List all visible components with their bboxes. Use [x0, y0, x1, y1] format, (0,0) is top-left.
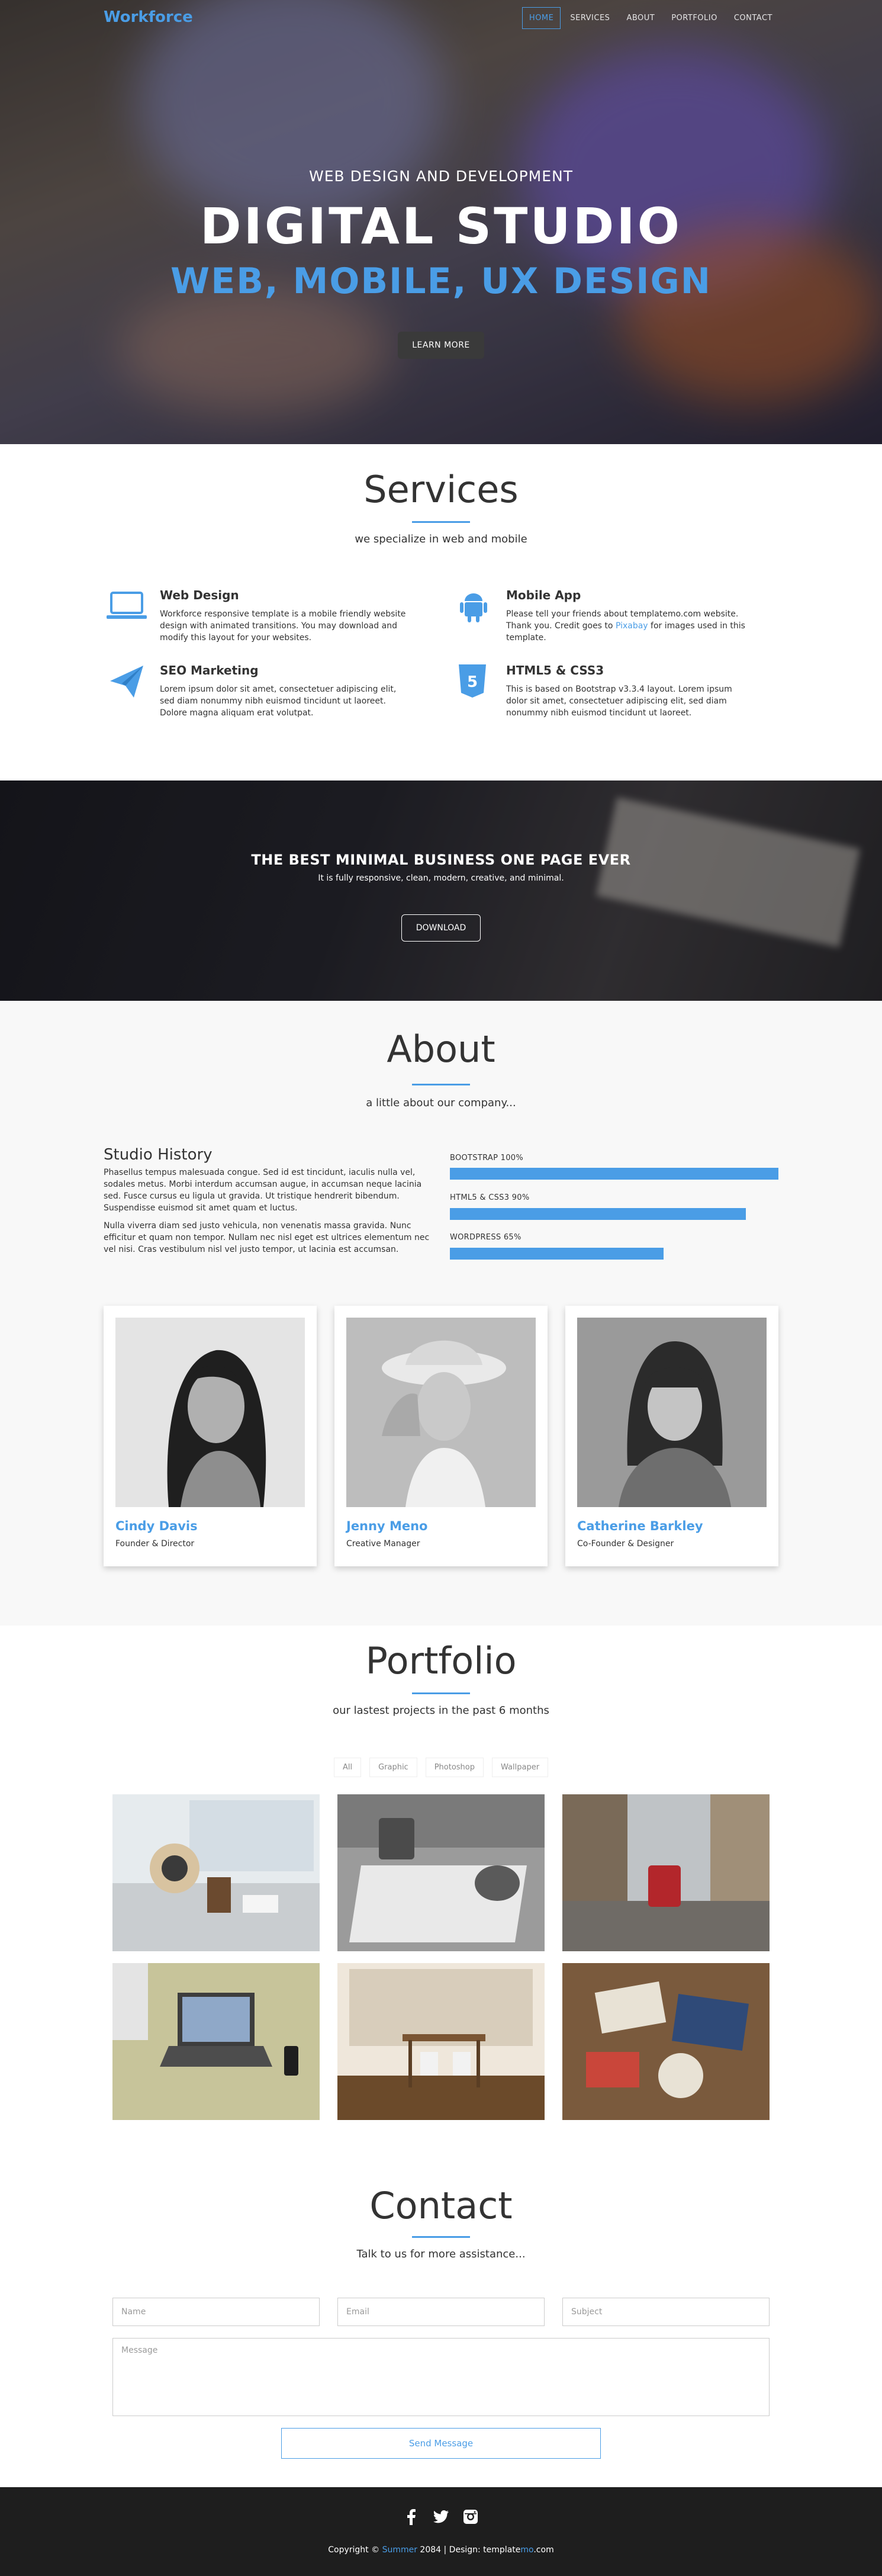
skill-bar	[450, 1208, 778, 1220]
email-field[interactable]	[337, 2298, 545, 2326]
team-member-name[interactable]: Catherine Barkley	[577, 1519, 703, 1533]
facebook-icon[interactable]	[403, 2508, 420, 2525]
brand-logo[interactable]: Workforce	[104, 8, 193, 26]
name-field[interactable]	[112, 2298, 320, 2326]
copyright-text: 2084 | Design: template	[417, 2545, 521, 2555]
skill-bar-fill	[450, 1208, 746, 1220]
copyright-text: .com	[533, 2545, 554, 2555]
service-text: Lorem ipsum dolor sit amet, consectetuer…	[160, 685, 397, 718]
nav-menu: HOME SERVICES ABOUT PORTFOLIO CONTACT	[522, 7, 780, 29]
portfolio-filters: All Graphic Photoshop Wallpaper	[0, 1758, 882, 1777]
services-title: Services	[363, 468, 519, 511]
about-divider	[412, 1084, 470, 1085]
nav-item-portfolio[interactable]: PORTFOLIO	[664, 7, 725, 29]
promo-banner: THE BEST MINIMAL BUSINESS ONE PAGE EVER …	[0, 780, 882, 1001]
message-field[interactable]	[112, 2338, 770, 2416]
html5-icon: 5	[453, 663, 494, 699]
skill-bar	[450, 1168, 778, 1180]
team-photo	[115, 1318, 305, 1507]
navbar: Workforce HOME SERVICES ABOUT PORTFOLIO …	[0, 0, 882, 36]
team-photo	[346, 1318, 536, 1507]
portfolio-item[interactable]	[562, 1963, 770, 2120]
service-title: SEO Marketing	[160, 663, 259, 677]
team-photo	[577, 1318, 767, 1507]
banner-title: THE BEST MINIMAL BUSINESS ONE PAGE EVER	[251, 852, 631, 868]
studio-history-title: Studio History	[104, 1146, 213, 1164]
history-paragraph: Nulla viverra diam sed justo vehicula, n…	[104, 1221, 430, 1254]
skill-label: WORDPRESS 65%	[450, 1233, 522, 1242]
nav-item-home[interactable]: HOME	[522, 7, 561, 29]
portfolio-title: Portfolio	[365, 1639, 517, 1682]
team-member-name[interactable]: Jenny Meno	[346, 1519, 427, 1533]
contact-divider	[412, 2236, 470, 2238]
service-text: This is based on Bootstrap v3.3.4 layout…	[506, 685, 732, 718]
contact-title: Contact	[369, 2184, 513, 2227]
nav-item-contact[interactable]: CONTACT	[727, 7, 780, 29]
pixabay-link[interactable]: Pixabay	[616, 621, 648, 631]
twitter-icon[interactable]	[433, 2508, 449, 2525]
laptop-icon	[107, 588, 148, 624]
footer: Copyright © Summer 2084 | Design: templa…	[0, 2487, 882, 2576]
svg-text:5: 5	[467, 673, 478, 691]
learn-more-button[interactable]: LEARN MORE	[398, 332, 484, 359]
portfolio-divider	[412, 1692, 470, 1694]
copyright: Copyright © Summer 2084 | Design: templa…	[0, 2545, 882, 2555]
subject-field[interactable]	[562, 2298, 770, 2326]
portfolio-item[interactable]	[112, 1794, 320, 1951]
company-link[interactable]: Summer	[382, 2545, 417, 2555]
team-member-role: Creative Manager	[346, 1539, 420, 1549]
services-subtitle: we specialize in web and mobile	[355, 533, 527, 545]
team-member-name[interactable]: Cindy Davis	[115, 1519, 198, 1533]
hero-section: WEB DESIGN AND DEVELOPMENT DIGITAL STUDI…	[0, 0, 882, 444]
download-button[interactable]: DOWNLOAD	[401, 914, 481, 942]
nav-item-services[interactable]: SERVICES	[563, 7, 617, 29]
team-card: Jenny Meno Creative Manager	[334, 1306, 548, 1566]
filter-graphic[interactable]: Graphic	[369, 1758, 417, 1777]
portfolio-item[interactable]	[562, 1794, 770, 1951]
hero-subtitle: WEB DESIGN AND DEVELOPMENT	[309, 168, 573, 185]
service-text: Please tell your friends about templatem…	[506, 608, 755, 644]
skill-bar	[450, 1248, 778, 1260]
templatemo-link[interactable]: mo	[520, 2545, 533, 2555]
service-title: Web Design	[160, 588, 239, 602]
banner-text: It is fully responsive, clean, modern, c…	[318, 873, 564, 883]
services-divider	[412, 521, 470, 523]
instagram-icon[interactable]	[462, 2508, 479, 2525]
contact-subtitle: Talk to us for more assistance...	[356, 2248, 526, 2260]
android-icon	[453, 588, 494, 624]
filter-all[interactable]: All	[333, 1758, 362, 1777]
hero-tagline: WEB, MOBILE, UX DESIGN	[170, 261, 712, 302]
banner-overlay	[0, 780, 882, 1001]
paper-plane-icon	[107, 663, 148, 699]
skill-bar-fill	[450, 1248, 664, 1260]
skill-label: BOOTSTRAP 100%	[450, 1154, 524, 1162]
skill-label: HTML5 & CSS3 90%	[450, 1193, 530, 1202]
social-links	[0, 2508, 882, 2525]
copyright-text: Copyright ©	[328, 2545, 382, 2555]
portfolio-item[interactable]	[112, 1963, 320, 2120]
team-card: Catherine Barkley Co-Founder & Designer	[565, 1306, 778, 1566]
about-subtitle: a little about our company...	[366, 1097, 516, 1109]
service-title: HTML5 & CSS3	[506, 663, 604, 677]
filter-wallpaper[interactable]: Wallpaper	[492, 1758, 549, 1777]
skill-bar-fill	[450, 1168, 778, 1180]
team-card: Cindy Davis Founder & Director	[104, 1306, 317, 1566]
hero-title: DIGITAL STUDIO	[199, 197, 683, 255]
portfolio-subtitle: our lastest projects in the past 6 month…	[333, 1704, 549, 1717]
service-title: Mobile App	[506, 588, 581, 602]
portfolio-item[interactable]	[337, 1794, 545, 1951]
team-member-role: Founder & Director	[115, 1539, 195, 1549]
history-paragraph: Phasellus tempus malesuada congue. Sed i…	[104, 1168, 422, 1213]
send-message-button[interactable]: Send Message	[281, 2428, 601, 2459]
nav-item-about[interactable]: ABOUT	[619, 7, 662, 29]
team-member-role: Co-Founder & Designer	[577, 1539, 674, 1549]
portfolio-item[interactable]	[337, 1963, 545, 2120]
service-text: Workforce responsive template is a mobil…	[160, 609, 406, 643]
filter-photoshop[interactable]: Photoshop	[425, 1758, 484, 1777]
about-title: About	[387, 1027, 495, 1071]
